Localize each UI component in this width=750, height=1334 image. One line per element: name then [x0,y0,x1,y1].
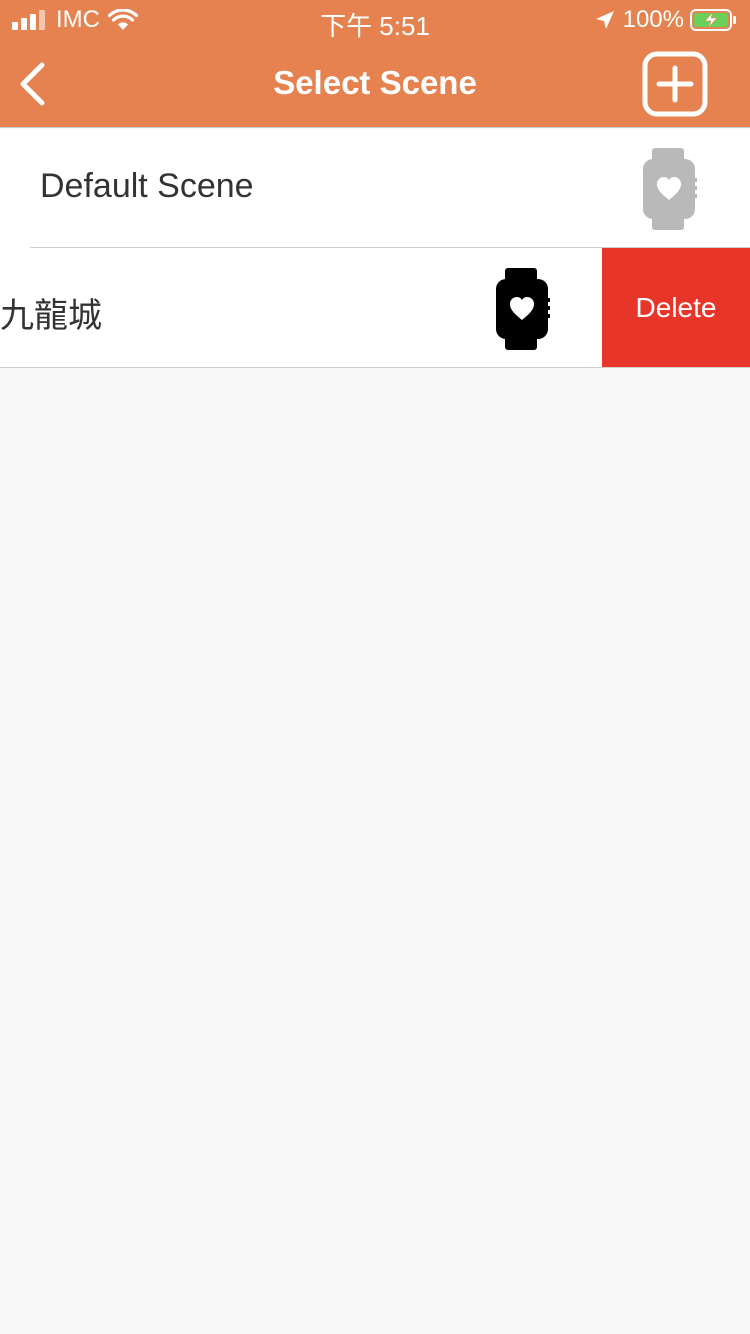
delete-button[interactable]: Delete [602,248,750,367]
plus-square-icon [642,51,708,117]
battery-charging-icon [690,9,736,31]
scene-row-default[interactable]: Default Scene [0,129,750,248]
navigation-bar: Select Scene [0,40,750,128]
location-arrow-icon [595,11,614,29]
scene-row-kowloon-city[interactable]: 九龍城 Delete [0,248,750,368]
scene-label: 九龍城 [0,297,102,335]
row-divider [0,367,750,368]
scene-label: Default Scene [40,167,254,205]
watch-heart-icon [496,268,550,350]
scene-list: Default Scene 九龍城 Delete [0,129,750,368]
add-scene-button[interactable] [642,51,708,117]
status-bar: IMC 下午 5:51 100% [0,0,750,41]
watch-heart-icon [643,148,697,230]
page-title: Select Scene [273,64,477,101]
status-right: 100% [595,6,738,34]
battery-percent: 100% [622,6,684,33]
